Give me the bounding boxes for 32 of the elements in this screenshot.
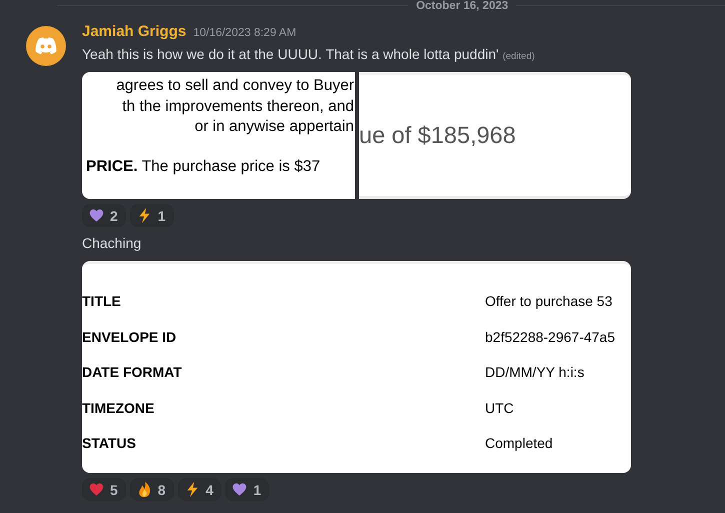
field-value: Offer to purchase 53 [485, 293, 612, 309]
contract-line: or in anywise appertain [194, 117, 355, 137]
reaction-button[interactable]: 4 [178, 478, 222, 501]
field-value: b2f52288-2967-47a5 [485, 328, 616, 344]
message-text: Chaching [82, 235, 142, 251]
contract-line: th the improvements thereon, and [122, 96, 355, 116]
edited-tag: (edited) [502, 51, 535, 62]
field-value: Completed [485, 435, 553, 451]
controller-icon [34, 37, 58, 55]
contract-line: agrees to sell and convey to Buyer [116, 76, 355, 96]
image-attachment[interactable]: agrees to sell and convey to Buyer th the improvements thereon, and or in anywise appertain PRICE. The purchase price is $37 [82, 72, 355, 199]
message-text: Yeah this is how we do it at the UUUU. That is a whole lotta puddin' [82, 46, 499, 62]
timestamp: 10/16/2023 8:29 AM [193, 27, 296, 39]
field-label: TITLE [82, 293, 122, 309]
image-attachment[interactable]: ue of $185,968 [359, 72, 631, 199]
field-label: DATE FORMAT [82, 364, 183, 380]
field-label: ENVELOPE ID [82, 328, 178, 344]
reaction-button[interactable]: 5 [82, 478, 126, 501]
reaction-button[interactable]: 1 [225, 478, 270, 501]
field-label: STATUS [82, 435, 137, 451]
date-divider: October 16, 2023 [416, 0, 508, 13]
contract-line: PRICE. The purchase price is $37 [85, 156, 320, 176]
reaction-button[interactable]: 1 [130, 204, 174, 227]
author-name[interactable]: Jamiah Griggs [82, 23, 186, 40]
document-attachment[interactable]: TITLE Offer to purchase 53 ENVELOPE ID b2f52288-2967-47a5 DATE FORMAT DD/MM/YY h:i:s TIMEZONE UTC STATUS Completed [82, 261, 631, 473]
reaction-button[interactable]: 2 [82, 204, 126, 227]
avatar[interactable] [26, 26, 66, 66]
field-value: DD/MM/YY h:i:s [485, 364, 584, 380]
field-value: UTC [485, 400, 514, 416]
value-text: ue of $185,968 [359, 122, 517, 149]
field-label: TIMEZONE [82, 400, 156, 416]
reaction-button[interactable]: 8 [130, 478, 174, 501]
